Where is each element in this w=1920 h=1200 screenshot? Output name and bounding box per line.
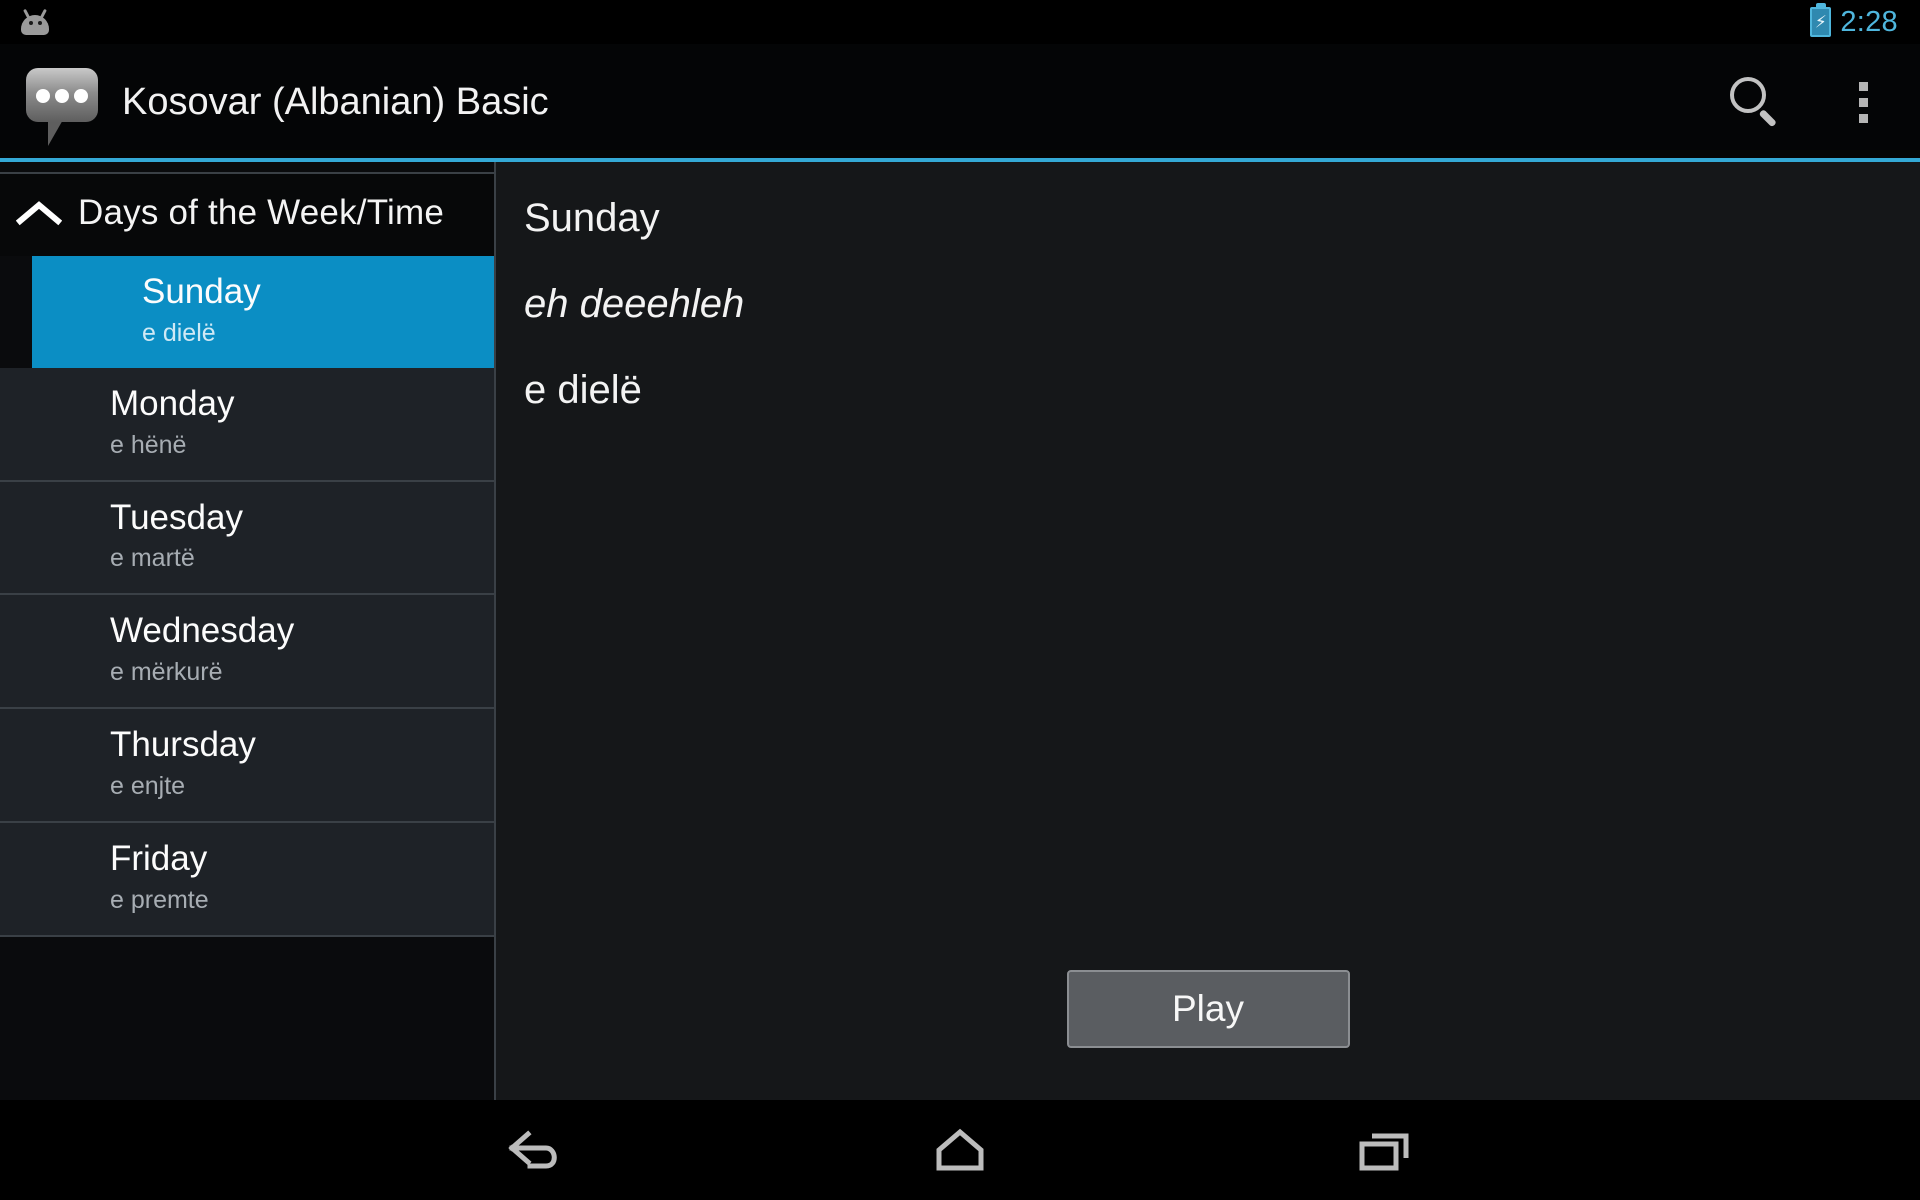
list-item-thursday[interactable]: Thursday e enjte — [0, 709, 494, 823]
list-item-subtitle: e premte — [110, 885, 209, 914]
battery-charging-icon: ⚡ — [1810, 3, 1832, 37]
content-area: Days of the Week/Time Sunday e dielë Mon… — [0, 162, 1920, 1100]
back-button[interactable] — [480, 1110, 590, 1190]
list-item-tuesday[interactable]: Tuesday e martë — [0, 481, 494, 596]
page-title: Kosovar (Albanian) Basic — [122, 80, 549, 123]
list-item-title: Friday — [110, 838, 208, 878]
detail-word: Sunday — [524, 196, 660, 240]
list-item-title: Sunday — [142, 272, 261, 311]
list-item-sunday[interactable]: Sunday e dielë — [32, 256, 494, 368]
list-item-monday[interactable]: Monday e hënë — [0, 367, 494, 482]
detail-translation: e dielë — [524, 368, 642, 412]
status-bar-clock: 2:28 — [1840, 5, 1898, 38]
speech-bubble-icon[interactable] — [22, 66, 100, 146]
list-item-subtitle: e martë — [110, 544, 195, 573]
action-bar: Kosovar (Albanian) Basic — [0, 44, 1920, 160]
overflow-menu-button[interactable] — [1810, 44, 1920, 160]
group-header-days-of-the-week[interactable]: Days of the Week/Time — [0, 172, 494, 256]
home-button[interactable] — [905, 1110, 1015, 1190]
list-item-subtitle: e mërkurë — [110, 658, 223, 686]
back-arrow-icon — [508, 1130, 557, 1169]
search-icon — [1728, 75, 1782, 129]
play-button-container: Play — [496, 970, 1920, 1048]
recent-apps-button[interactable] — [1330, 1110, 1440, 1190]
detail-pronunciation: eh deeehleh — [524, 282, 745, 326]
android-robot-icon — [18, 8, 52, 35]
status-bar: ⚡ 2:28 — [0, 0, 1920, 44]
list-item-title: Wednesday — [110, 611, 295, 651]
chevron-up-icon[interactable] — [0, 199, 78, 227]
list-item-title: Thursday — [110, 725, 256, 764]
list-item-subtitle: e enjte — [110, 771, 186, 800]
list-item-subtitle: e hënë — [110, 430, 187, 459]
home-icon — [936, 1128, 984, 1171]
list-item-title: Tuesday — [110, 497, 243, 537]
system-navigation-bar — [0, 1100, 1920, 1200]
list-item-wednesday[interactable]: Wednesday e mërkurë — [0, 595, 494, 709]
recent-apps-icon — [1359, 1133, 1409, 1171]
phrase-detail-panel: Sunday eh deeehleh e dielë Play — [496, 162, 1920, 1100]
phrase-list-sidebar[interactable]: Days of the Week/Time Sunday e dielë Mon… — [0, 162, 496, 1100]
list-item-friday[interactable]: Friday e premte — [0, 822, 494, 937]
overflow-menu-icon — [1859, 81, 1871, 123]
android-tablet-screen: ⚡ 2:28 Kosovar (Albanian) Basic Days of … — [0, 0, 1920, 1200]
search-button[interactable] — [1700, 44, 1810, 160]
status-bar-left — [0, 8, 52, 35]
action-bar-actions — [1700, 44, 1920, 160]
list-item-title: Monday — [110, 383, 235, 423]
play-button[interactable]: Play — [1066, 970, 1350, 1048]
status-bar-right: ⚡ 2:28 — [1810, 3, 1920, 39]
group-title: Days of the Week/Time — [78, 193, 444, 232]
list-item-subtitle: e dielë — [142, 318, 216, 347]
